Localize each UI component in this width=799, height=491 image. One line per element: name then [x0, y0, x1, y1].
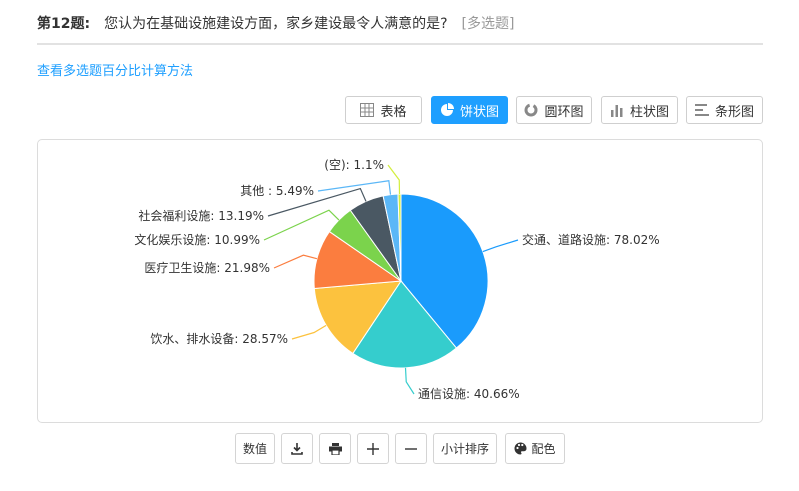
question-type: [多选题] — [461, 16, 515, 32]
value-toggle-button[interactable]: 数值 — [235, 433, 275, 464]
horizontal-bar-icon — [694, 104, 709, 116]
pie-chart-icon — [440, 103, 454, 116]
pie-leader-line — [291, 324, 327, 340]
print-icon — [328, 442, 342, 455]
pie-leader-line — [273, 254, 318, 269]
pie-slice-label: 医疗卫生设施: 21.98% — [144, 261, 270, 275]
value-toggle-label: 数值 — [242, 442, 267, 456]
pie-slice-label: 社会福利设施: 13.19% — [138, 208, 264, 223]
pie-slice-label: 其他 : 5.49% — [240, 184, 314, 198]
pie-slice-label: 交通、道路设施: 78.02% — [522, 232, 660, 247]
print-button[interactable] — [319, 433, 351, 464]
table-icon — [360, 103, 375, 117]
tab-donut[interactable]: 圆环图 — [516, 96, 592, 124]
zoom-out-button[interactable] — [395, 433, 427, 464]
color-scheme-label: 配色 — [531, 442, 556, 456]
subtotal-sort-label: 小计排序 — [440, 442, 489, 456]
minus-icon — [405, 447, 417, 450]
pie-slice-label: 通信设施: 40.66% — [418, 387, 520, 401]
tab-bar[interactable]: 柱状图 — [601, 96, 678, 124]
tab-horizontal-bar-label: 条形图 — [714, 104, 754, 120]
bar-chart-icon — [610, 105, 623, 117]
question-text: 您认为在基础设施建设方面，家乡建设最令人满意的是? — [104, 16, 448, 32]
tab-table-label: 表格 — [380, 104, 407, 120]
plus-icon — [367, 442, 379, 455]
color-scheme-button[interactable]: 配色 — [505, 433, 565, 464]
tab-pie-label: 饼状图 — [459, 104, 499, 120]
pie-chart: 交通、道路设施: 78.02% 通信设施: 40.66% 饮水、排水设备: 28.5… — [134, 158, 660, 401]
percentage-method-link[interactable]: 查看多选题百分比计算方法 — [37, 60, 193, 79]
pie-leader-line — [482, 239, 519, 253]
tab-bar-label: 柱状图 — [629, 104, 669, 120]
chart-panel: 交通、道路设施: 78.02% 通信设施: 40.66% 饮水、排水设备: 28.5… — [37, 139, 763, 423]
tab-pie[interactable]: 饼状图 — [431, 96, 508, 124]
pie-slice-label: 文化娱乐设施: 10.99% — [134, 232, 260, 247]
chart-type-tabs: 表格 饼状图 圆环图 柱状图 条形图 — [0, 96, 799, 126]
question-header: 第12题: 您认为在基础设施建设方面，家乡建设最令人满意的是? [多选题] — [37, 13, 763, 45]
subtotal-sort-button[interactable]: 小计排序 — [433, 433, 497, 464]
donut-chart-icon — [524, 103, 538, 117]
pie-slice-label: 饮水、排水设备: 28.57% — [150, 332, 288, 346]
tab-horizontal-bar[interactable]: 条形图 — [686, 96, 763, 124]
palette-icon — [514, 442, 527, 455]
chart-toolbar: 数值 小计排序 配色 — [0, 433, 799, 465]
pie-leader-line — [317, 180, 392, 195]
pie-slice-label: (空): 1.1% — [324, 158, 384, 172]
download-icon — [291, 442, 303, 455]
question-number: 第12题: — [37, 16, 91, 32]
download-button[interactable] — [281, 433, 313, 464]
zoom-in-button[interactable] — [357, 433, 389, 464]
tab-table[interactable]: 表格 — [345, 96, 422, 124]
pie-leader-line — [404, 367, 415, 395]
tab-donut-label: 圆环图 — [544, 104, 584, 120]
